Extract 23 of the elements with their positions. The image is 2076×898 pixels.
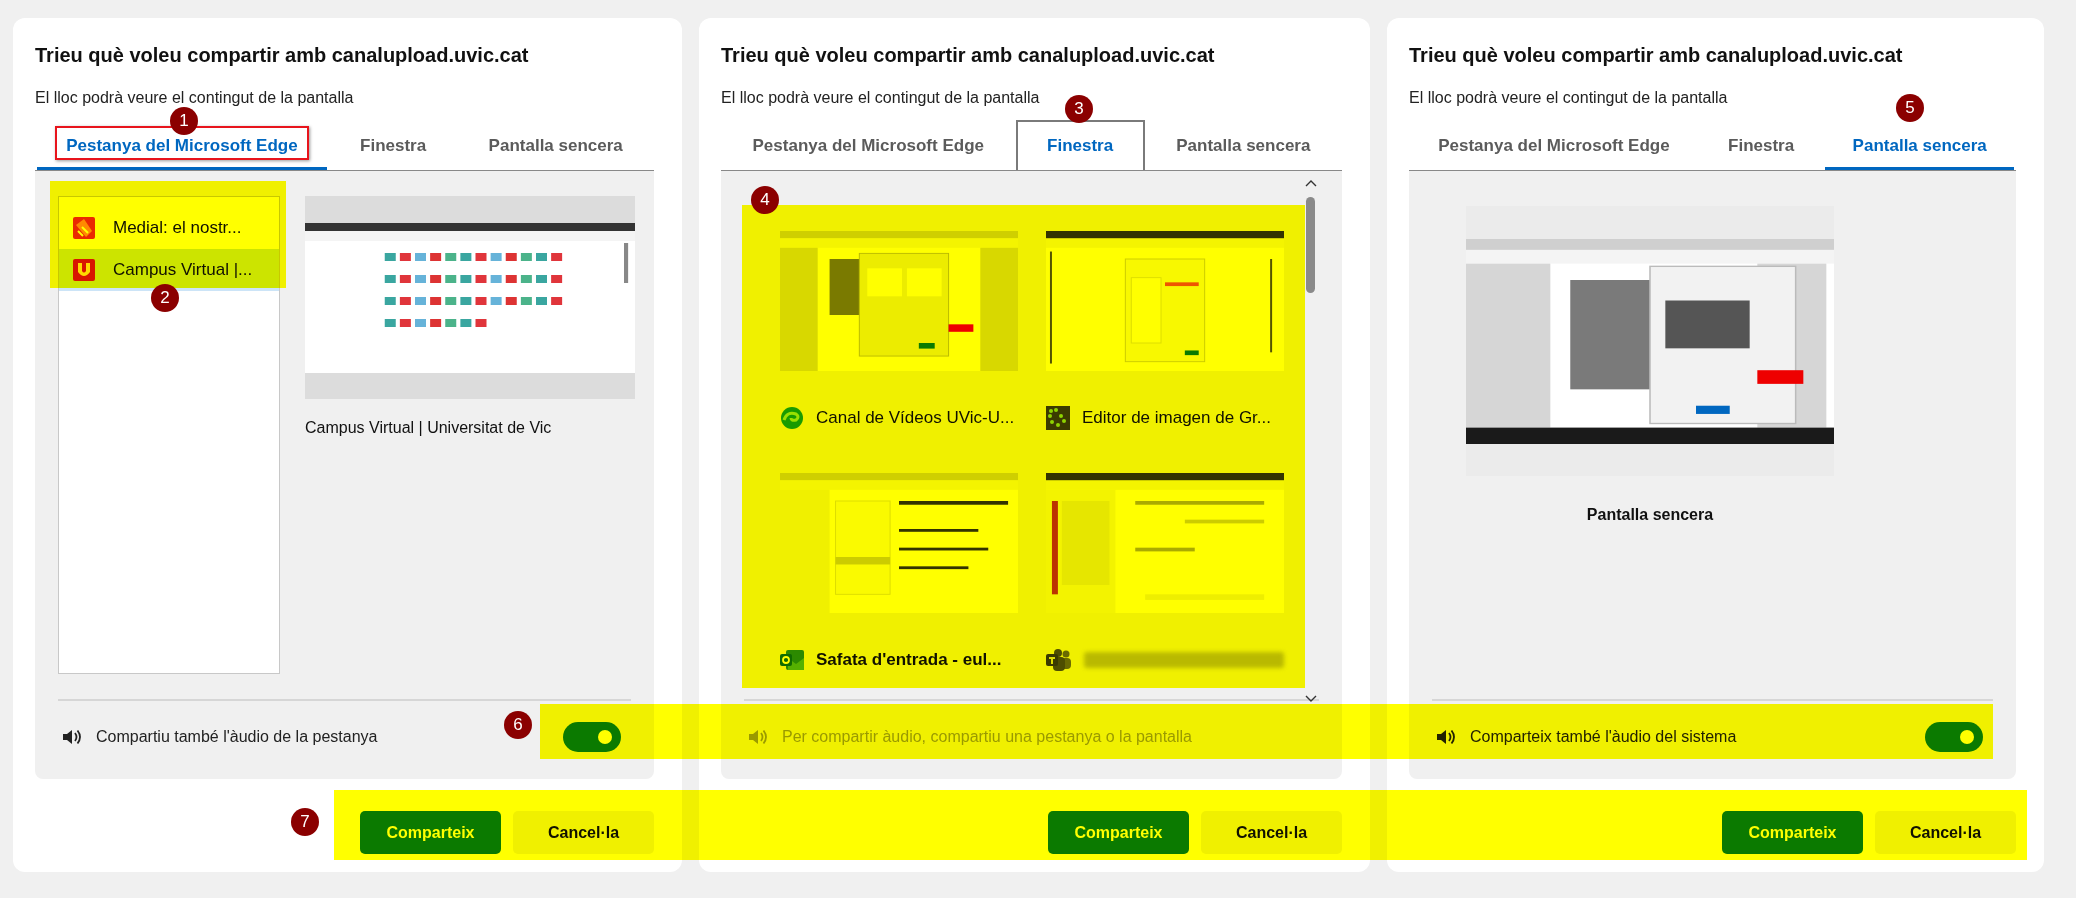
chevron-down-icon[interactable] <box>1305 695 1317 703</box>
audio-label: Per compartir àudio, compartiu una pestanya o la pantalla <box>782 728 1193 746</box>
dialog-title: Trieu què voleu compartir amb canalupload.uvic.cat <box>35 43 530 68</box>
dialog-subtitle: El lloc podrà veure el contingut de la pantalla <box>721 88 1040 108</box>
tab[interactable]: Finestra <box>1698 120 1824 170</box>
speaker-icon <box>62 728 82 746</box>
audio-label: Compartiu també l'àudio de la pestanya <box>96 728 379 746</box>
scrollbar-thumb[interactable] <box>1306 197 1315 293</box>
tab[interactable]: Pantalla sencera <box>457 120 654 170</box>
dialog-title: Trieu què voleu compartir amb canalupload.uvic.cat <box>721 43 1216 68</box>
tab[interactable]: Pestanya del Microsoft Edge <box>1409 120 1699 170</box>
screen-frame[interactable] <box>1466 206 1834 476</box>
chevron-up-icon[interactable] <box>1305 179 1317 187</box>
audio-label: Comparteix també l'àudio del sistema <box>1470 728 1738 746</box>
tab[interactable]: Pantalla sencera <box>1144 120 1342 170</box>
tab[interactable]: Pantalla sencera <box>1823 120 2016 170</box>
tab[interactable]: Finestra <box>328 120 458 170</box>
dialog-subtitle: El lloc podrà veure el contingut de la pantalla <box>35 88 354 108</box>
screen-caption: Pantalla sencera <box>1585 506 1715 524</box>
tab[interactable]: Pestanya del Microsoft Edge <box>721 120 1016 170</box>
dialog-subtitle: El lloc podrà veure el contingut de la pantalla <box>1409 88 1728 108</box>
preview-caption: Campus Virtual | Universitat de Vic <box>305 419 552 437</box>
dialog-title: Trieu què voleu compartir amb canalupload.uvic.cat <box>1409 43 1904 68</box>
